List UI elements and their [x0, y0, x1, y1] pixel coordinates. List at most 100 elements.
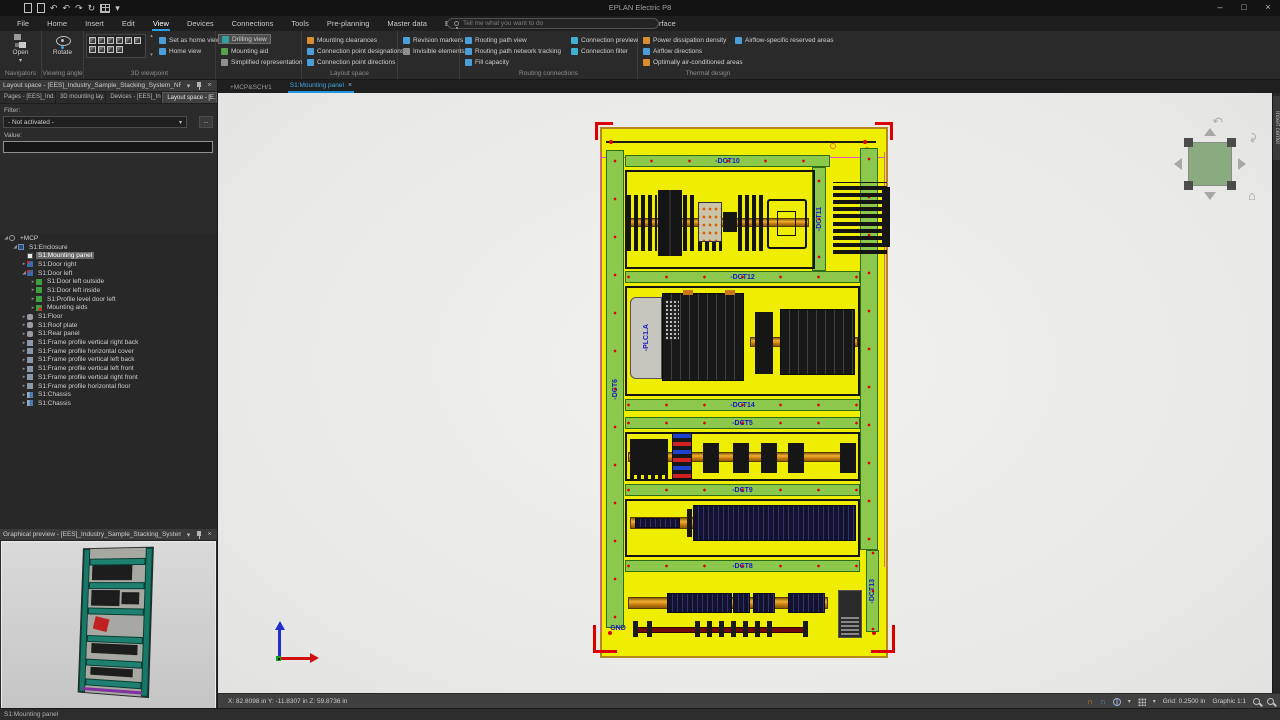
routing-path-view-button[interactable]: Routing path view — [462, 35, 530, 45]
revision-markers-button[interactable]: Revision markers — [400, 35, 466, 45]
tree-item[interactable]: +MCP — [0, 234, 217, 243]
set-as-home-view-button[interactable]: Set as home view — [156, 35, 223, 45]
cube-view-icon[interactable] — [125, 37, 132, 44]
cube-view-icon[interactable] — [116, 37, 123, 44]
menu-file[interactable]: File — [8, 16, 38, 31]
tree-item[interactable]: S1:Frame profile vertical left back — [0, 356, 217, 365]
wire-duct-dct12[interactable]: -DCT12 — [625, 271, 860, 283]
view-down-arrow[interactable] — [1204, 192, 1216, 200]
minimize-button[interactable]: – — [1208, 0, 1232, 16]
grid-dropdown-icon[interactable]: ▾ — [1153, 698, 1156, 705]
power-dissipation-density-button[interactable]: Power dissipation density — [640, 35, 729, 45]
tree-item[interactable]: S1:Door left inside — [0, 286, 217, 295]
circuit-breaker-group[interactable] — [627, 195, 657, 251]
connection-point-designations-button[interactable]: Connection point designations — [304, 46, 407, 56]
view-right-arrow[interactable] — [1238, 158, 1246, 170]
contactor[interactable] — [658, 190, 682, 256]
mounting-panel-drawing[interactable]: -DCT6 -DCT13 -DCT11 -DCT10 -DCT12 -DCT14 — [600, 127, 888, 658]
tree-item[interactable]: S1:Chassis — [0, 399, 217, 408]
value-input[interactable] — [3, 141, 213, 153]
power-supply[interactable] — [838, 590, 862, 638]
simplified-representation-button[interactable]: Simplified representation — [218, 57, 306, 67]
snap-icon[interactable]: ∩ — [1087, 698, 1093, 706]
tab-3d-mounting-layout[interactable]: 3D mounting lay... — [56, 92, 106, 103]
coordinate-system-icon[interactable] — [1113, 698, 1121, 706]
tab-layout-space[interactable]: Layout space - [E... — [162, 92, 217, 103]
wire-duct-dct8[interactable]: -DCT8 — [625, 560, 860, 572]
pin-icon[interactable] — [196, 82, 202, 90]
tree-item[interactable]: S1:Door left — [0, 269, 217, 278]
mounting-aid-button[interactable]: Mounting aid — [218, 46, 271, 56]
io-module[interactable] — [755, 312, 773, 374]
drawing-viewport[interactable]: -DCT6 -DCT13 -DCT11 -DCT10 -DCT12 -DCT14 — [218, 93, 1272, 693]
tree-item[interactable]: S1:Chassis — [0, 390, 217, 399]
view-cube-corner[interactable] — [1184, 138, 1193, 147]
wire-duct-dct5[interactable]: -DCT5 — [625, 417, 860, 429]
tree-item[interactable]: S1:Frame profile vertical right back — [0, 338, 217, 347]
wire-duct-dct10[interactable]: -DCT10 — [625, 155, 830, 167]
cube-view-icon[interactable] — [98, 46, 105, 53]
view-cube-corner[interactable] — [1184, 181, 1193, 190]
menu-connections[interactable]: Connections — [223, 16, 283, 31]
view-up-arrow[interactable] — [1204, 128, 1216, 136]
tree-item[interactable]: S1:Enclosure — [0, 243, 217, 252]
terminal-label-strip[interactable] — [635, 518, 680, 528]
pin-icon[interactable] — [196, 531, 202, 539]
tab-close-icon[interactable]: × — [348, 82, 352, 89]
tree-item[interactable]: S1:Roof plate — [0, 321, 217, 330]
filter-dropdown-icon[interactable]: ▾ — [179, 119, 182, 126]
scroll-up-icon[interactable]: ▴ — [150, 34, 153, 39]
menu-view[interactable]: View — [144, 16, 178, 31]
terminal-block-strip[interactable] — [733, 593, 750, 613]
mounting-clearances-button[interactable]: Mounting clearances — [304, 35, 380, 45]
doc-tab-mcp[interactable]: +MCP&SCH/1 — [228, 82, 274, 93]
terminal-device[interactable] — [698, 202, 722, 242]
cube-view-icon[interactable] — [98, 37, 105, 44]
view-cube-corner[interactable] — [1227, 138, 1236, 147]
drilling-view-button[interactable]: Drilling view — [218, 34, 271, 44]
relay[interactable] — [788, 443, 804, 473]
tree-item[interactable]: S1:Frame profile vertical right front — [0, 373, 217, 382]
relay[interactable] — [840, 443, 856, 473]
invisible-elements-button[interactable]: Invisible elements — [400, 46, 468, 56]
relay[interactable] — [733, 443, 749, 473]
rotate-right-icon[interactable]: ↷ — [1243, 131, 1261, 145]
airflow-reserved-areas-button[interactable]: Airflow-specific reserved areas — [732, 35, 837, 45]
menu-edit[interactable]: Edit — [113, 16, 144, 31]
transformer[interactable] — [767, 199, 807, 249]
wire-duct-dct14[interactable]: -DCT14 — [625, 399, 860, 411]
zoom-in-icon[interactable] — [1253, 698, 1260, 705]
tree-item[interactable]: S1:Frame profile horizontal floor — [0, 382, 217, 391]
tree-item[interactable]: S1:Frame profile vertical left front — [0, 364, 217, 373]
tree-item[interactable]: S1:Floor — [0, 312, 217, 321]
view-cube-corner[interactable] — [1227, 181, 1236, 190]
wire-duct-dct6[interactable]: -DCT6 — [606, 150, 624, 628]
insert-center-tab[interactable]: Insert center — [1273, 96, 1280, 160]
grid-size[interactable]: Grid: 0.2500 in — [1163, 698, 1206, 705]
tree-item[interactable]: S1:Profile level door left — [0, 295, 217, 304]
terminal-block-strip[interactable] — [788, 593, 825, 613]
tree-item[interactable]: S1:Door left outside — [0, 277, 217, 286]
panel-close-icon[interactable]: × — [205, 82, 214, 89]
tree-item-selected[interactable]: S1:Mounting panel — [0, 251, 217, 260]
close-button[interactable]: × — [1256, 0, 1280, 16]
terminal-marker-block[interactable] — [672, 432, 692, 479]
coordinate-dropdown-icon[interactable]: ▾ — [1128, 698, 1131, 705]
maximize-button[interactable]: □ — [1232, 0, 1256, 16]
view-left-arrow[interactable] — [1174, 158, 1182, 170]
cube-view-icon[interactable] — [107, 46, 114, 53]
terminal-block-strip[interactable] — [753, 593, 775, 613]
circuit-breaker-group[interactable] — [738, 195, 763, 251]
side-mounted-breakers[interactable] — [833, 182, 887, 218]
zoom-out-icon[interactable] — [1267, 698, 1274, 705]
cube-view-icon[interactable] — [89, 46, 96, 53]
open-dropdown-icon[interactable]: ▾ — [19, 57, 22, 64]
filter-more-button[interactable]: ... — [199, 116, 213, 128]
tell-me-search[interactable]: Tell me what you want to do — [447, 18, 659, 29]
relay[interactable] — [703, 443, 719, 473]
connection-preview-button[interactable]: Connection preview — [568, 35, 641, 45]
cube-view-icon[interactable] — [116, 46, 123, 53]
menu-insert[interactable]: Insert — [76, 16, 113, 31]
cube-view-icon[interactable] — [134, 37, 141, 44]
preview-canvas[interactable] — [1, 541, 216, 718]
